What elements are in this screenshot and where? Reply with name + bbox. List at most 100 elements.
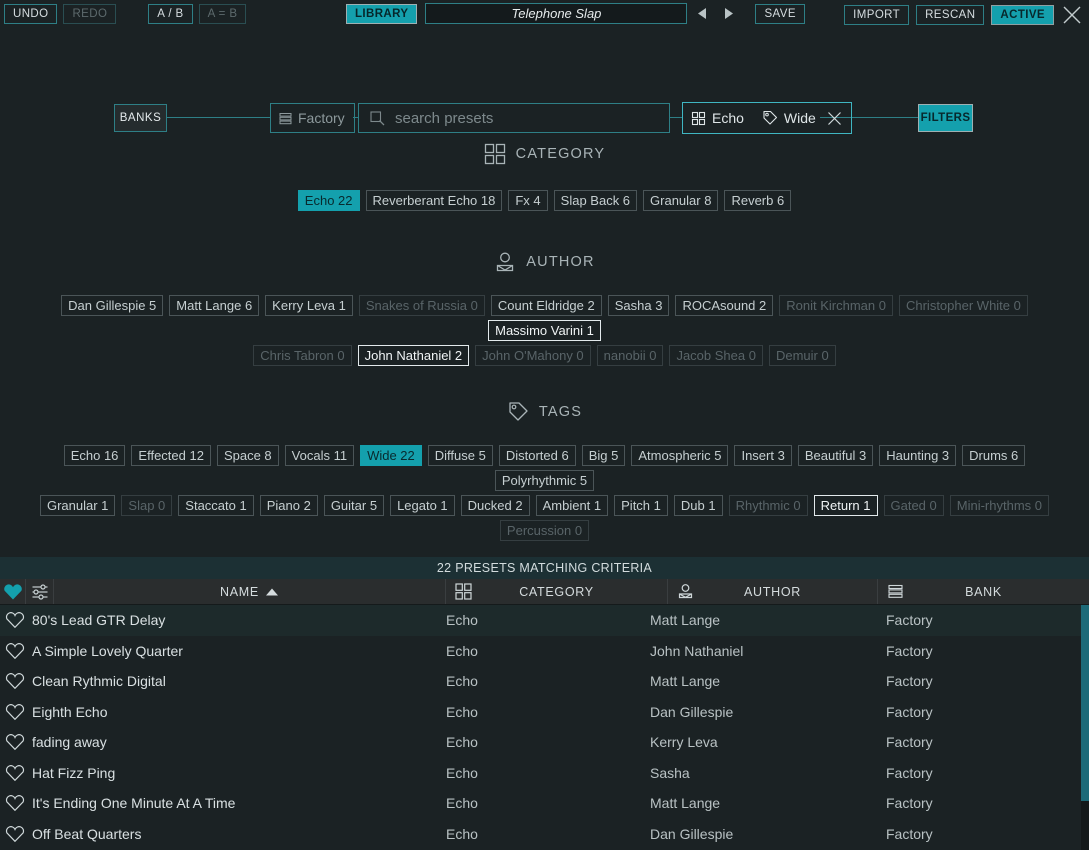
tag-pill-r2-9[interactable]: Dub 1	[673, 495, 723, 516]
tag-pill-r2-6[interactable]: Ducked 2	[460, 495, 530, 516]
tag-pill-8[interactable]: Atmospheric 5	[631, 445, 729, 466]
tag-pill-10[interactable]: Beautiful 3	[797, 445, 874, 466]
tag-pill-1[interactable]: Effected 12	[131, 445, 211, 466]
category-pill-2[interactable]: Fx 4	[508, 190, 548, 211]
results-scrollbar-track[interactable]	[1081, 605, 1089, 850]
author-pill-8[interactable]: Christopher White 0	[898, 295, 1028, 316]
tag-pill-3[interactable]: Vocals 11	[284, 445, 355, 466]
search-icon	[369, 110, 386, 127]
author-pill-r2-3[interactable]: nanobii 0	[596, 345, 664, 366]
import-button[interactable]: IMPORT	[844, 5, 910, 25]
tag-pill-r2-3[interactable]: Piano 2	[259, 495, 318, 516]
author-pill-r2-0[interactable]: Chris Tabron 0	[253, 345, 352, 366]
table-row[interactable]: 80's Lead GTR Delay Echo Matt Lange Factory	[0, 605, 1089, 636]
top-toolbar-left-group: UNDO REDO A / B A = B	[4, 4, 247, 24]
author-pill-6[interactable]: ROCAsound 2	[675, 295, 774, 316]
tag-pill-11[interactable]: Haunting 3	[879, 445, 957, 466]
a-b-toggle-button[interactable]: A / B	[148, 4, 193, 24]
banks-button[interactable]: BANKS	[114, 104, 167, 132]
author-pill-r2-4[interactable]: Jacob Shea 0	[669, 345, 763, 366]
tag-pill-r2-4[interactable]: Guitar 5	[323, 495, 385, 516]
tag-pill-9[interactable]: Insert 3	[734, 445, 792, 466]
table-row[interactable]: fading away Echo Kerry Leva Factory	[0, 727, 1089, 758]
tag-pill-0[interactable]: Echo 16	[63, 445, 126, 466]
tag-pill-r2-5[interactable]: Legato 1	[390, 495, 455, 516]
tag-pill-4[interactable]: Wide 22	[360, 445, 422, 466]
tag-pill-6[interactable]: Distorted 6	[498, 445, 576, 466]
search-input[interactable]: search presets	[358, 103, 670, 133]
heart-outline-icon[interactable]	[0, 611, 30, 629]
column-header-author[interactable]: AUTHOR	[668, 579, 878, 604]
save-button[interactable]: SAVE	[755, 3, 805, 24]
tag-pill-r2-11[interactable]: Return 1	[813, 495, 878, 516]
tags-section-header: TAGS	[0, 401, 1089, 423]
bank-selector[interactable]: Factory	[270, 103, 355, 133]
category-pill-4[interactable]: Granular 8	[643, 190, 719, 211]
table-row[interactable]: It's Ending One Minute At A Time Echo Matt…	[0, 788, 1089, 819]
author-pill-0[interactable]: Dan Gillespie 5	[61, 295, 164, 316]
author-pill-r2-5[interactable]: Demuir 0	[768, 345, 836, 366]
column-header-settings[interactable]	[26, 579, 54, 604]
table-row[interactable]: A Simple Lovely Quarter Echo John Nathanie…	[0, 636, 1089, 667]
tag-pill-5[interactable]: Diffuse 5	[427, 445, 493, 466]
table-row[interactable]: Eighth Echo Echo Dan Gillespie Factory	[0, 697, 1089, 728]
a-equals-b-button[interactable]: A = B	[198, 4, 247, 24]
category-pill-0[interactable]: Echo 22	[297, 190, 360, 211]
previous-preset-icon[interactable]	[695, 5, 711, 23]
bank-selector-label: Factory	[298, 110, 345, 126]
heart-outline-icon[interactable]	[0, 794, 30, 812]
undo-button[interactable]: UNDO	[4, 4, 58, 24]
tag-pill-r2-7[interactable]: Ambient 1	[535, 495, 609, 516]
category-pill-3[interactable]: Slap Back 6	[553, 190, 638, 211]
tag-pill-7[interactable]: Big 5	[581, 445, 626, 466]
row-category: Echo	[446, 703, 478, 720]
tag-pill-r2-2[interactable]: Staccato 1	[178, 495, 254, 516]
next-preset-icon[interactable]	[719, 5, 735, 23]
clear-filters-icon[interactable]	[826, 110, 843, 127]
preset-name-field[interactable]: Telephone Slap	[425, 3, 688, 24]
column-header-category[interactable]: CATEGORY	[446, 579, 668, 604]
tag-pill-r2-0[interactable]: Granular 1	[39, 495, 116, 516]
tag-pill-12[interactable]: Drums 6	[962, 445, 1026, 466]
heart-outline-icon[interactable]	[0, 825, 30, 843]
author-pill-3[interactable]: Snakes of Russia 0	[358, 295, 485, 316]
results-scrollbar-thumb[interactable]	[1081, 605, 1089, 801]
author-pill-7[interactable]: Ronit Kirchman 0	[779, 295, 893, 316]
redo-button[interactable]: REDO	[63, 4, 117, 24]
tag-pill-2[interactable]: Space 8	[216, 445, 279, 466]
column-header-bank[interactable]: BANK	[878, 579, 1089, 604]
table-row[interactable]: Off Beat Quarters Echo Dan Gillespie Factor…	[0, 819, 1089, 850]
author-pill-9[interactable]: Massimo Varini 1	[488, 320, 601, 341]
heart-outline-icon[interactable]	[0, 642, 30, 660]
table-row[interactable]: Clean Rythmic Digital Echo Matt Lange Facto…	[0, 666, 1089, 697]
tag-pill-13[interactable]: Polyrhythmic 5	[494, 470, 595, 491]
tag-pill-r2-14[interactable]: Percussion 0	[499, 520, 590, 541]
tag-pill-r2-13[interactable]: Mini-rhythms 0	[949, 495, 1050, 516]
author-pill-r2-2[interactable]: John O'Mahony 0	[475, 345, 591, 366]
table-row[interactable]: Hat Fizz Ping Echo Sasha Factory	[0, 758, 1089, 789]
close-icon[interactable]	[1061, 4, 1083, 26]
author-pill-2[interactable]: Kerry Leva 1	[265, 295, 353, 316]
author-pill-r2-1[interactable]: John Nathaniel 2	[357, 345, 470, 366]
heart-outline-icon[interactable]	[0, 672, 30, 690]
filters-button[interactable]: FILTERS	[918, 104, 973, 132]
heart-outline-icon[interactable]	[0, 733, 30, 751]
category-pill-1[interactable]: Reverberant Echo 18	[365, 190, 503, 211]
author-pill-1[interactable]: Matt Lange 6	[169, 295, 260, 316]
author-pill-5[interactable]: Sasha 3	[607, 295, 670, 316]
preset-navigator: LIBRARY Telephone Slap SAVE	[346, 3, 805, 24]
author-pill-4[interactable]: Count Eldridge 2	[490, 295, 602, 316]
rescan-button[interactable]: RESCAN	[916, 5, 985, 25]
column-header-name[interactable]: NAME	[54, 579, 446, 604]
heart-outline-icon[interactable]	[0, 764, 30, 782]
tag-pill-r2-8[interactable]: Pitch 1	[614, 495, 668, 516]
tag-pill-r2-1[interactable]: Slap 0	[121, 495, 173, 516]
library-button[interactable]: LIBRARY	[346, 3, 418, 24]
heart-outline-icon[interactable]	[0, 703, 30, 721]
active-toggle-button[interactable]: ACTIVE	[991, 5, 1054, 25]
tag-pill-r2-10[interactable]: Rhythmic 0	[728, 495, 808, 516]
column-header-favorite[interactable]	[0, 579, 26, 604]
active-filter-chips[interactable]: Echo Wide	[682, 102, 852, 134]
tag-pill-r2-12[interactable]: Gated 0	[883, 495, 944, 516]
category-pill-5[interactable]: Reverb 6	[724, 190, 792, 211]
